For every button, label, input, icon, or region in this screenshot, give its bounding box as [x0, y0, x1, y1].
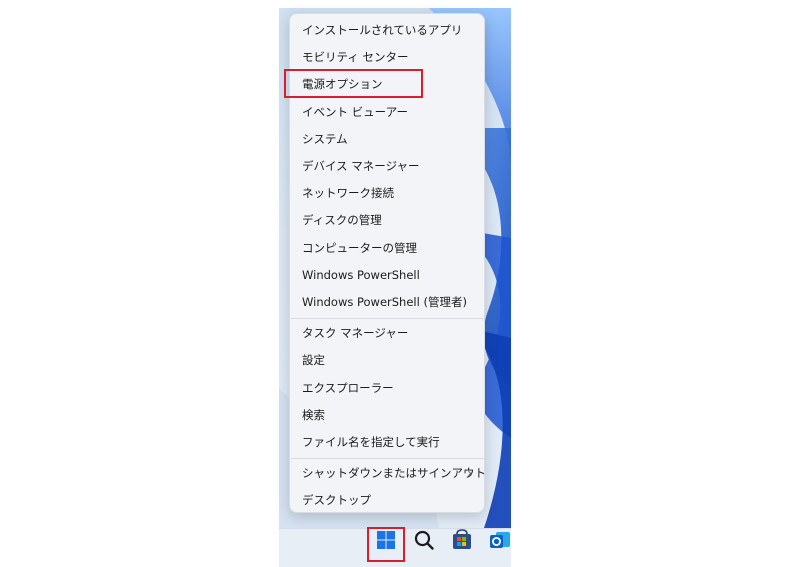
menu-item-g1-2[interactable]: エクスプローラー [290, 375, 484, 402]
menu-item-label: コンピューターの管理 [302, 240, 417, 255]
menu-item-g1-4[interactable]: ファイル名を指定して実行 [290, 429, 484, 456]
menu-item-g0-8[interactable]: コンピューターの管理 [290, 235, 484, 262]
menu-item-label: シャットダウンまたはサインアウト [302, 466, 486, 481]
chevron-right-icon: › [467, 466, 472, 481]
power-options-highlight-box [284, 69, 423, 98]
menu-item-label: ネットワーク接続 [302, 186, 394, 201]
menu-item-label: Windows PowerShell (管理者) [302, 295, 467, 309]
menu-item-g2-0[interactable]: シャットダウンまたはサインアウト › [290, 460, 486, 487]
start-button-highlight-box [367, 527, 405, 562]
menu-item-g0-9[interactable]: Windows PowerShell [290, 262, 484, 289]
menu-item-label: エクスプローラー [302, 380, 394, 395]
menu-item-g1-0[interactable]: タスク マネージャー [290, 320, 484, 347]
menu-item-g0-10[interactable]: Windows PowerShell (管理者) [290, 289, 484, 316]
menu-item-label: ファイル名を指定して実行 [302, 435, 440, 449]
menu-item-g0-6[interactable]: ネットワーク接続 [290, 180, 484, 207]
menu-item-g2-1[interactable]: デスクトップ [290, 487, 484, 514]
menu-item-g0-0[interactable]: インストールされているアプリ [290, 17, 484, 44]
menu-item-label: モビリティ センター [302, 50, 409, 65]
menu-item-label: 設定 [302, 353, 325, 368]
menu-item-label: ディスクの管理 [302, 213, 382, 228]
menu-item-label: イベント ビューアー [302, 104, 409, 119]
menu-item-g1-3[interactable]: 検索 [290, 402, 484, 429]
outlook-icon[interactable] [487, 527, 513, 553]
menu-separator [291, 457, 484, 459]
search-icon[interactable] [411, 527, 437, 553]
menu-item-label: タスク マネージャー [302, 326, 409, 341]
menu-item-label: デスクトップ [302, 493, 371, 508]
menu-item-g0-4[interactable]: システム [290, 126, 484, 153]
menu-separator [291, 317, 484, 319]
menu-item-label: Windows PowerShell [302, 267, 420, 282]
menu-item-g0-3[interactable]: イベント ビューアー [290, 99, 484, 126]
microsoft-store-icon[interactable] [449, 527, 475, 553]
menu-item-label: インストールされているアプリ [302, 23, 463, 37]
menu-item-label: 検索 [302, 407, 325, 422]
menu-item-g1-1[interactable]: 設定 [290, 347, 484, 374]
menu-item-label: デバイス マネージャー [302, 159, 420, 173]
menu-item-g0-7[interactable]: ディスクの管理 [290, 207, 484, 234]
menu-item-g0-1[interactable]: モビリティ センター [290, 44, 484, 71]
menu-item-label: システム [302, 131, 348, 146]
menu-item-g0-5[interactable]: デバイス マネージャー [290, 153, 484, 180]
